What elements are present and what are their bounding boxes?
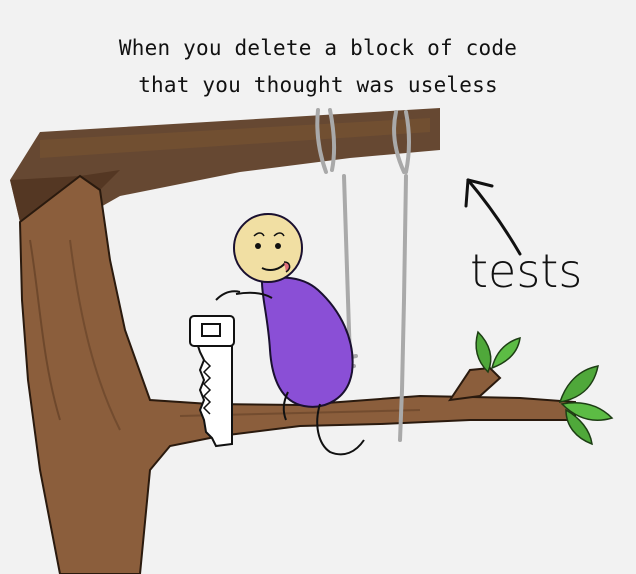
head [233,213,303,283]
meme-canvas: When you delete a block of code that you… [0,0,636,574]
tests-label: tests [470,244,583,298]
arrow-icon [464,178,522,256]
caption-line-1: When you delete a block of code [118,36,518,60]
caption-line-2: that you thought was useless [138,73,498,97]
leaf-icon [475,330,614,446]
meme-caption: When you delete a block of code that you… [0,30,636,104]
